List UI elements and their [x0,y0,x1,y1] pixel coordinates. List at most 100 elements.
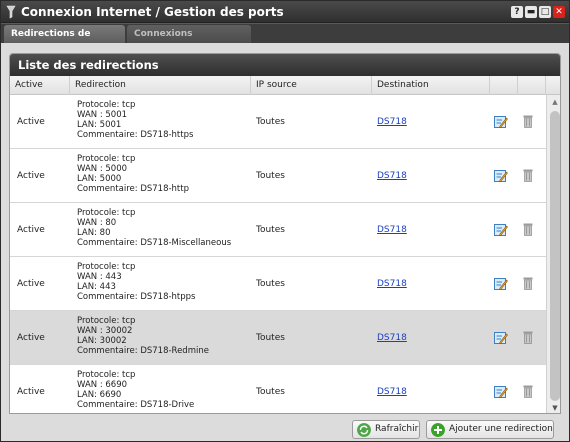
refresh-button[interactable]: Rafraîchir [352,420,420,439]
ip-source-value: Toutes [256,279,285,289]
column-header-delete [518,76,546,95]
edit-icon[interactable] [494,277,508,290]
lan-port-text: LAN: 30002 [77,336,127,346]
port-management-window: Connexion Internet / Gestion des ports ?… [0,0,570,442]
comment-text: Commentaire: DS718-https [77,130,194,140]
trash-icon[interactable] [523,222,533,236]
column-header-destination[interactable]: Destination [372,76,490,95]
scroll-thumb[interactable] [550,111,560,401]
redirection-details: Protocole: tcp WAN : 5001 LAN: 5001 Comm… [77,100,193,154]
protocol-text: Protocole: tcp [77,316,136,326]
protocol-text: Protocole: tcp [77,154,136,164]
active-status: Active [17,333,45,343]
help-button[interactable]: ? [511,6,523,18]
scroll-down-arrow-icon[interactable]: ▼ [550,403,560,413]
edit-icon[interactable] [494,223,508,236]
edit-icon[interactable] [494,331,508,344]
redirection-details: Protocole: tcp WAN : 80 LAN: 80 Commenta… [77,208,231,262]
wan-port-text: WAN : 5000 [77,164,128,174]
table-row[interactable]: Active Protocole: tcp WAN : 6690 LAN: 66… [10,365,546,413]
destination-link[interactable]: DS718 [377,387,407,397]
refresh-icon [357,423,371,437]
destination-link[interactable]: DS718 [377,279,407,289]
tab-bar: Redirections de ports Connexions entrant… [1,24,569,57]
add-redirection-button-label: Ajouter une redirection [449,424,553,434]
comment-text: Commentaire: DS718-http [77,184,189,194]
redirection-details: Protocole: tcp WAN : 5000 LAN: 5000 Comm… [77,154,189,208]
wan-port-text: WAN : 80 [77,218,117,228]
redirection-details: Protocole: tcp WAN : 443 LAN: 443 Commen… [77,262,196,316]
edit-icon[interactable] [494,385,508,398]
trash-icon[interactable] [523,168,533,182]
wan-port-text: WAN : 30002 [77,326,133,336]
ip-source-value: Toutes [256,117,285,127]
wan-port-text: WAN : 443 [77,272,122,282]
edit-icon[interactable] [494,115,508,128]
destination-link[interactable]: DS718 [377,171,407,181]
destination-link[interactable]: DS718 [377,225,407,235]
comment-text: Commentaire: DS718-htpps [77,292,196,302]
protocol-text: Protocole: tcp [77,208,136,218]
minimize-button[interactable]: ▬ [525,6,537,18]
trash-icon[interactable] [523,276,533,290]
destination-cell: DS718 [377,311,407,365]
destination-cell: DS718 [377,149,407,203]
add-redirection-button[interactable]: Ajouter une redirection [426,420,554,439]
redirection-list: Liste des redirections Active Redirectio… [9,53,561,414]
column-header-ip-source[interactable]: IP source [251,76,372,95]
comment-text: Commentaire: DS718-Redmine [77,346,209,356]
destination-link[interactable]: DS718 [377,117,407,127]
vertical-scrollbar[interactable]: ▲ ▼ [546,95,560,413]
refresh-button-label: Rafraîchir [375,424,419,434]
table-row[interactable]: Active Protocole: tcp WAN : 80 LAN: 80 C… [10,203,546,257]
window-title: Connexion Internet / Gestion des ports [21,5,284,19]
comment-text: Commentaire: DS718-Miscellaneous [77,238,232,248]
active-status: Active [17,117,45,127]
list-title: Liste des redirections [10,54,560,76]
column-header-edit [490,76,518,95]
column-header-row: Active Redirection IP source Destination [10,76,560,95]
destination-cell: DS718 [377,203,407,257]
protocol-text: Protocole: tcp [77,100,136,110]
destination-cell: DS718 [377,365,407,413]
tab-incoming-connections[interactable]: Connexions entrantes [127,25,251,57]
ip-source-value: Toutes [256,225,285,235]
active-status: Active [17,171,45,181]
table-row[interactable]: Active Protocole: tcp WAN : 5000 LAN: 50… [10,149,546,203]
ip-source-value: Toutes [256,387,285,397]
title-bar[interactable]: Connexion Internet / Gestion des ports ?… [1,1,569,23]
table-row[interactable]: Active Protocole: tcp WAN : 443 LAN: 443… [10,257,546,311]
lan-port-text: LAN: 80 [77,228,111,238]
close-button[interactable]: ✕ [553,6,565,18]
protocol-text: Protocole: tcp [77,370,136,380]
wan-port-text: WAN : 6690 [77,380,128,390]
destination-cell: DS718 [377,95,407,149]
trash-icon[interactable] [523,330,533,344]
lan-port-text: LAN: 6690 [77,390,122,400]
destination-cell: DS718 [377,257,407,311]
edit-icon[interactable] [494,169,508,182]
ip-source-value: Toutes [256,171,285,181]
ip-source-value: Toutes [256,333,285,343]
column-header-redirection[interactable]: Redirection [70,76,251,95]
active-status: Active [17,279,45,289]
trash-icon[interactable] [523,384,533,398]
table-body: Active Protocole: tcp WAN : 5001 LAN: 50… [10,95,546,413]
scroll-up-arrow-icon[interactable]: ▲ [550,97,560,107]
comment-text: Commentaire: DS718-Drive [77,400,195,410]
active-status: Active [17,225,45,235]
funnel-icon [6,5,16,19]
add-icon [431,423,445,437]
lan-port-text: LAN: 443 [77,282,116,292]
maximize-button[interactable]: □ [539,6,551,18]
lan-port-text: LAN: 5000 [77,174,122,184]
trash-icon[interactable] [523,114,533,128]
tab-port-redirections[interactable]: Redirections de ports [4,25,125,57]
destination-link[interactable]: DS718 [377,333,407,343]
protocol-text: Protocole: tcp [77,262,136,272]
lan-port-text: LAN: 5001 [77,120,122,130]
table-row[interactable]: Active Protocole: tcp WAN : 5001 LAN: 50… [10,95,546,149]
table-row-selected[interactable]: Active Protocole: tcp WAN : 30002 LAN: 3… [10,311,546,365]
redirection-details: Protocole: tcp WAN : 6690 LAN: 6690 Comm… [77,370,195,413]
column-header-active[interactable]: Active [10,76,70,95]
